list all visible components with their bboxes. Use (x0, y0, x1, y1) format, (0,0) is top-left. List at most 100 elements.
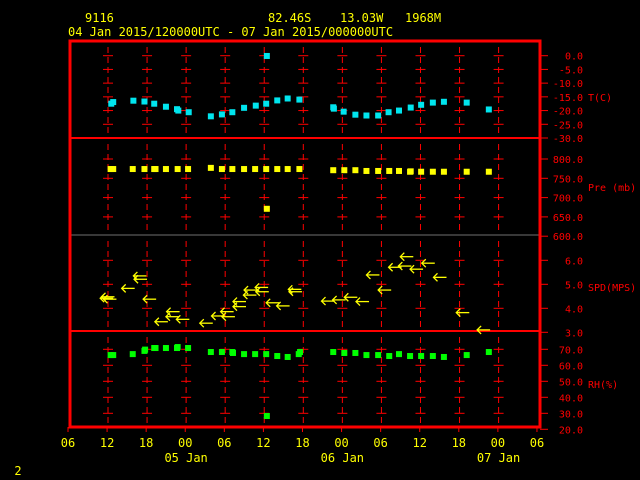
pres-point (418, 168, 425, 175)
rh-point (363, 352, 370, 359)
temp-point (395, 107, 402, 114)
pres-point (129, 166, 136, 173)
pres-point (429, 168, 436, 175)
temp-point (229, 109, 236, 116)
x-tick-label: 06 (373, 436, 387, 450)
wind-arrow (455, 308, 470, 318)
temp-point (175, 107, 182, 114)
wind-arrow (409, 264, 424, 274)
wind-arrow (320, 296, 335, 306)
temp-point (110, 99, 117, 106)
rh-point (142, 346, 149, 353)
wind-arrow (219, 307, 234, 317)
pres-point (241, 166, 248, 173)
rh-point (352, 349, 359, 356)
temp-point (241, 104, 248, 111)
wind-arrow (355, 297, 370, 307)
y-tick-label: 800.0 (553, 155, 583, 166)
y-tick-label: -30.0 (553, 134, 583, 145)
x-tick-label: 00 (334, 436, 348, 450)
temp-point (141, 98, 148, 105)
wind-arrow (254, 287, 269, 297)
x-date-label: 06 Jan (321, 451, 364, 465)
station-longitude: 13.03W (340, 11, 384, 25)
pres-point (152, 166, 159, 173)
temp-point (185, 109, 192, 116)
temp-point (162, 103, 169, 110)
plot-frame (68, 39, 542, 429)
wind-arrow (221, 312, 235, 322)
pres-point (174, 166, 181, 173)
y-tick-label: 3.0 (565, 328, 583, 339)
rh-point (485, 349, 492, 356)
rh-point (129, 351, 136, 358)
rh-point (162, 345, 169, 352)
y-tick-label: 650.0 (553, 213, 583, 224)
pres-point (330, 167, 337, 174)
y-tick-label: 40.0 (559, 393, 583, 404)
rh-point (386, 353, 393, 360)
pres-point (263, 205, 270, 212)
pres-point (485, 168, 492, 175)
pres-point (141, 166, 148, 173)
rh-point (229, 349, 236, 356)
temp-point (375, 112, 382, 119)
rh-point (429, 353, 436, 360)
station-id: 9116 (85, 11, 114, 25)
rh-point (274, 353, 281, 360)
temp-point (218, 111, 225, 118)
y-tick-label: 60.0 (559, 361, 583, 372)
temp-point (385, 109, 392, 116)
x-date-label: 07 Jan (477, 451, 520, 465)
y-tick-label: 5.0 (565, 280, 583, 291)
temp-point (207, 113, 214, 120)
pres-point (395, 167, 402, 174)
wind-arrow (242, 290, 257, 300)
y-tick-label: -20.0 (553, 107, 583, 118)
rh-point (407, 353, 414, 360)
y-tick-label: 30.0 (559, 409, 583, 420)
rh-point (241, 351, 248, 358)
pres-point (375, 167, 382, 174)
rh-point (207, 349, 214, 356)
y-tick-label: 750.0 (553, 174, 583, 185)
pres-point (185, 166, 192, 173)
wind-arrow (365, 270, 380, 280)
rh-point (330, 349, 337, 356)
axes: 0.0 -5.0 -10.0 -15.0 -20.0 -25.0 -30.0 T(C) 800.… (61, 52, 636, 465)
y-tick-label: 700.0 (553, 194, 583, 205)
rh-point (395, 351, 402, 358)
pres-point (110, 166, 117, 173)
wind-arrow (232, 302, 246, 312)
wind-arrow (175, 314, 190, 324)
rh-point (341, 349, 348, 356)
wind-arrow (476, 325, 491, 335)
rh-point (218, 349, 225, 356)
wind-arrow (120, 283, 135, 293)
rh-point (284, 353, 291, 360)
temp-point (429, 99, 436, 106)
y-tick-label: 70.0 (559, 345, 583, 356)
wind-arrow (432, 272, 447, 282)
x-tick-label: 12 (100, 436, 114, 450)
rh-point (185, 345, 192, 352)
x-tick-label: 06 (530, 436, 544, 450)
x-tick-label: 12 (256, 436, 270, 450)
temp-point (263, 52, 270, 59)
wind-arrow (198, 318, 213, 328)
x-date-label: 05 Jan (164, 451, 207, 465)
axis-label-wind: SPD(MPS) (588, 283, 636, 294)
temp-point (340, 108, 347, 115)
wind-arrow (399, 252, 414, 262)
axis-label-pres: Pre (mb) (588, 183, 636, 194)
rh-point (174, 344, 181, 351)
y-tick-label: -25.0 (553, 120, 583, 131)
wind-arrow (377, 285, 392, 295)
pres-point (218, 166, 225, 173)
axis-label-temp: T(C) (588, 93, 612, 104)
rh-point (375, 352, 382, 359)
wind-arrow (153, 317, 168, 327)
pres-point (263, 166, 270, 173)
pres-point (296, 166, 303, 173)
y-tick-label: 0.0 (565, 52, 583, 63)
